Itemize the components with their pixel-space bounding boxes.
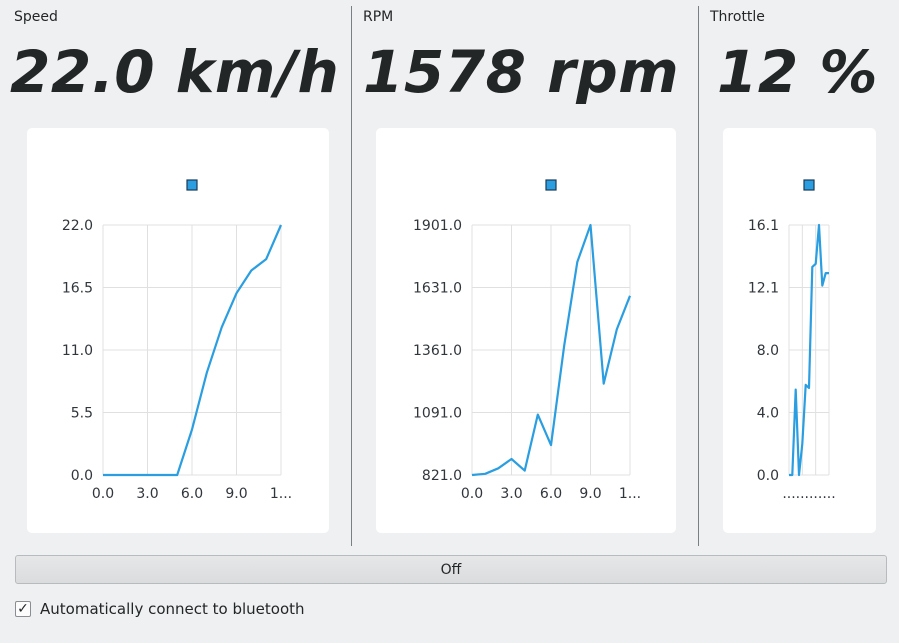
x-tick-label: 6.0 (540, 486, 562, 502)
speed-panel: Speed 22.0 km/h 0.0 5.5 11.0 16.5 22.0 0.0 3.0… (0, 0, 350, 546)
throttle-readout: 12 % (717, 38, 879, 106)
rpm-panel: RPM 1578 rpm 821.0 1091.0 1361.0 1631.0 1901… (352, 0, 698, 546)
y-tick-label: 8.0 (757, 343, 779, 359)
y-tick-label: 5.5 (71, 406, 93, 422)
y-tick-label: 0.0 (757, 468, 779, 484)
legend-marker (186, 179, 198, 191)
rpm-chart: 821.0 1091.0 1361.0 1631.0 1901.0 0.0 3.0 6.0 9.… (413, 179, 641, 502)
y-tick-label: 821.0 (422, 468, 462, 484)
speed-readout: 22.0 km/h (10, 38, 340, 106)
x-tick-label: 9.0 (579, 486, 601, 502)
auto-connect-label: Automatically connect to bluetooth (40, 600, 305, 618)
y-tick-label: 16.1 (748, 218, 779, 234)
throttle-chart-card: 0.0 4.0 8.0 12.1 16.1............ (723, 128, 876, 533)
x-tick-label: ... (796, 486, 809, 502)
throttle-chart: 0.0 4.0 8.0 12.1 16.1............ (748, 179, 836, 502)
y-tick-label: 1901.0 (413, 218, 462, 234)
rpm-chart-card: 821.0 1091.0 1361.0 1631.0 1901.0 0.0 3.0 6.0 9.… (376, 128, 676, 533)
rpm-readout: 1578 rpm (363, 38, 680, 106)
legend-marker (803, 179, 815, 191)
x-tick-label: 3.0 (136, 486, 158, 502)
y-tick-label: 1631.0 (413, 281, 462, 297)
y-tick-label: 1361.0 (413, 343, 462, 359)
x-tick-label: ... (782, 486, 795, 502)
rpm-label: RPM (363, 9, 394, 25)
speed-chart: 0.0 5.5 11.0 16.5 22.0 0.0 3.0 6.0 9.0 1... (62, 179, 292, 502)
x-tick-label: 0.0 (461, 486, 483, 502)
x-tick-label: ... (809, 486, 822, 502)
x-tick-label: 3.0 (500, 486, 522, 502)
x-tick-label: 1... (619, 486, 641, 502)
auto-connect-checkbox-row[interactable]: ✓ Automatically connect to bluetooth (15, 599, 305, 619)
speed-label: Speed (14, 9, 58, 25)
y-tick-label: 4.0 (757, 406, 779, 422)
legend-marker (545, 179, 557, 191)
y-tick-label: 0.0 (71, 468, 93, 484)
speed-chart-card: 0.0 5.5 11.0 16.5 22.0 0.0 3.0 6.0 9.0 1... (27, 128, 329, 533)
auto-connect-checkbox[interactable]: ✓ (15, 601, 31, 617)
y-tick-label: 16.5 (62, 281, 93, 297)
x-tick-label: 9.0 (225, 486, 247, 502)
y-tick-label: 22.0 (62, 218, 93, 234)
off-toggle-button[interactable]: Off (15, 555, 887, 584)
checkmark-icon: ✓ (17, 601, 29, 617)
throttle-panel: Throttle 12 % 0.0 4.0 8.0 12.1 16.1.........… (699, 0, 899, 546)
x-tick-label: 6.0 (181, 486, 203, 502)
throttle-label: Throttle (710, 9, 765, 25)
x-tick-label: 1... (270, 486, 292, 502)
y-tick-label: 11.0 (62, 343, 93, 359)
x-tick-label: ... (822, 486, 835, 502)
y-tick-label: 12.1 (748, 281, 779, 297)
y-tick-label: 1091.0 (413, 406, 462, 422)
x-tick-label: 0.0 (92, 486, 114, 502)
